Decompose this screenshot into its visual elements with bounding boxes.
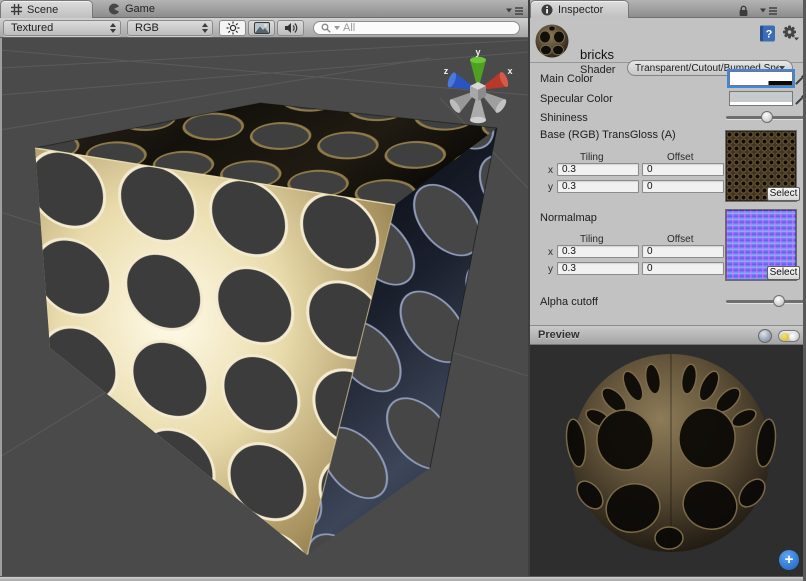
normalmap-offset-y-input[interactable] bbox=[642, 262, 724, 275]
tab-scene-label: Scene bbox=[27, 4, 58, 16]
light-dot-icon bbox=[781, 333, 789, 341]
help-glyph: ? bbox=[766, 29, 773, 41]
tab-inspector[interactable]: Inspector bbox=[530, 0, 629, 18]
color-mode-dropdown[interactable]: RGB bbox=[127, 20, 213, 36]
base-y-label: y bbox=[548, 182, 553, 193]
speaker-icon bbox=[284, 22, 298, 34]
inspector-tabbar: Inspector bbox=[530, 0, 806, 18]
slider-thumb[interactable] bbox=[773, 295, 785, 307]
sun-icon bbox=[226, 21, 240, 35]
search-scope-label: All bbox=[343, 22, 355, 34]
scene-search-field[interactable]: All bbox=[313, 21, 520, 35]
scene-orientation-gizmo[interactable]: y x z bbox=[426, 44, 530, 136]
unity-editor-window: Scene Game Textured RGB bbox=[0, 0, 806, 581]
normalmap-y-label: y bbox=[548, 264, 553, 275]
main-color-swatch[interactable] bbox=[729, 71, 793, 86]
scene-skybox-toggle[interactable] bbox=[248, 20, 275, 36]
light-dot-icon bbox=[789, 333, 797, 341]
add-button[interactable]: + bbox=[779, 550, 799, 570]
plus-icon: + bbox=[785, 551, 794, 568]
scene-panel: Scene Game Textured RGB bbox=[0, 0, 529, 581]
viewport-edge bbox=[0, 38, 2, 576]
preview-mesh-button[interactable] bbox=[758, 329, 772, 343]
updown-arrows-icon bbox=[110, 23, 116, 33]
draw-mode-value: Textured bbox=[11, 22, 53, 34]
tab-game-label: Game bbox=[125, 3, 155, 15]
scene-viewport[interactable]: y x z bbox=[0, 38, 528, 576]
gizmo-center-cube[interactable] bbox=[470, 82, 486, 101]
normalmap-offset-label: Offset bbox=[667, 234, 694, 245]
tab-inspector-label: Inspector bbox=[558, 4, 603, 16]
inspector-panel: Inspector bbox=[530, 0, 806, 581]
panel-divider[interactable] bbox=[528, 0, 530, 581]
updown-arrows-icon bbox=[202, 23, 208, 33]
image-icon bbox=[254, 22, 270, 34]
y-axis-label: y bbox=[475, 47, 480, 57]
scene-toolbar: Textured RGB bbox=[0, 18, 529, 38]
normalmap-tiling-x-input[interactable] bbox=[557, 245, 639, 258]
material-header: bricks Shader Transparent/Cutout/Bumped … bbox=[530, 18, 806, 63]
color-mode-value: RGB bbox=[135, 22, 159, 34]
base-x-label: x bbox=[548, 165, 553, 176]
chevron-down-icon bbox=[779, 66, 785, 70]
specular-color-swatch[interactable] bbox=[729, 91, 793, 106]
main-color-label: Main Color bbox=[540, 73, 593, 85]
window-bottom-edge bbox=[0, 576, 806, 581]
normalmap-select-button[interactable]: Select bbox=[767, 266, 800, 280]
base-offset-x-input[interactable] bbox=[642, 163, 724, 176]
base-offset-y-input[interactable] bbox=[642, 180, 724, 193]
preview-sphere bbox=[530, 345, 806, 576]
search-icon bbox=[321, 23, 331, 33]
x-axis-label: x bbox=[507, 66, 512, 76]
alpha-bar bbox=[730, 102, 792, 105]
base-offset-label: Offset bbox=[667, 152, 694, 163]
help-button[interactable]: ? bbox=[759, 25, 776, 45]
tab-scene[interactable]: Scene bbox=[0, 0, 93, 18]
shininess-slider[interactable] bbox=[726, 110, 804, 124]
normalmap-tiling-y-input[interactable] bbox=[557, 262, 639, 275]
search-scope-caret-icon bbox=[334, 26, 340, 30]
specular-color-label: Specular Color bbox=[540, 93, 613, 105]
preview-header[interactable]: Preview bbox=[530, 325, 806, 345]
gear-icon bbox=[782, 25, 799, 41]
draw-mode-dropdown[interactable]: Textured bbox=[3, 20, 121, 36]
scene-audio-toggle[interactable] bbox=[277, 20, 304, 36]
base-tiling-y-input[interactable] bbox=[557, 180, 639, 193]
normalmap-x-label: x bbox=[548, 247, 553, 258]
material-options-button[interactable] bbox=[782, 25, 799, 44]
slider-track bbox=[726, 300, 804, 303]
scene-tabbar: Scene Game bbox=[0, 0, 529, 18]
material-name: bricks bbox=[580, 47, 614, 62]
shininess-label: Shininess bbox=[540, 112, 588, 124]
material-sphere-icon bbox=[534, 23, 570, 59]
normalmap-label: Normalmap bbox=[540, 212, 597, 224]
gamepad-icon bbox=[108, 3, 120, 15]
alpha-bar bbox=[730, 81, 792, 85]
alpha-cutoff-label: Alpha cutoff bbox=[540, 296, 598, 308]
base-map-label: Base (RGB) TransGloss (A) bbox=[540, 129, 676, 141]
normalmap-tiling-label: Tiling bbox=[580, 234, 604, 245]
tab-game[interactable]: Game bbox=[98, 0, 170, 18]
grid-icon bbox=[11, 4, 22, 15]
scene-lighting-toggle[interactable] bbox=[219, 20, 246, 36]
scene-panel-menu-icon[interactable] bbox=[506, 6, 524, 18]
base-tiling-x-input[interactable] bbox=[557, 163, 639, 176]
base-tiling-label: Tiling bbox=[580, 152, 604, 163]
inspector-panel-menu-icon[interactable] bbox=[760, 6, 778, 18]
alpha-cutoff-slider[interactable] bbox=[726, 294, 804, 308]
slider-thumb[interactable] bbox=[761, 111, 773, 123]
material-preview-canvas[interactable]: + bbox=[530, 345, 806, 576]
preview-title: Preview bbox=[538, 329, 580, 341]
z-axis-label: z bbox=[444, 66, 449, 76]
help-icon: ? bbox=[759, 25, 776, 42]
base-texture-select-button[interactable]: Select bbox=[767, 187, 800, 201]
preview-lighting-button[interactable] bbox=[778, 330, 800, 342]
info-icon bbox=[541, 4, 553, 16]
normalmap-offset-x-input[interactable] bbox=[642, 245, 724, 258]
